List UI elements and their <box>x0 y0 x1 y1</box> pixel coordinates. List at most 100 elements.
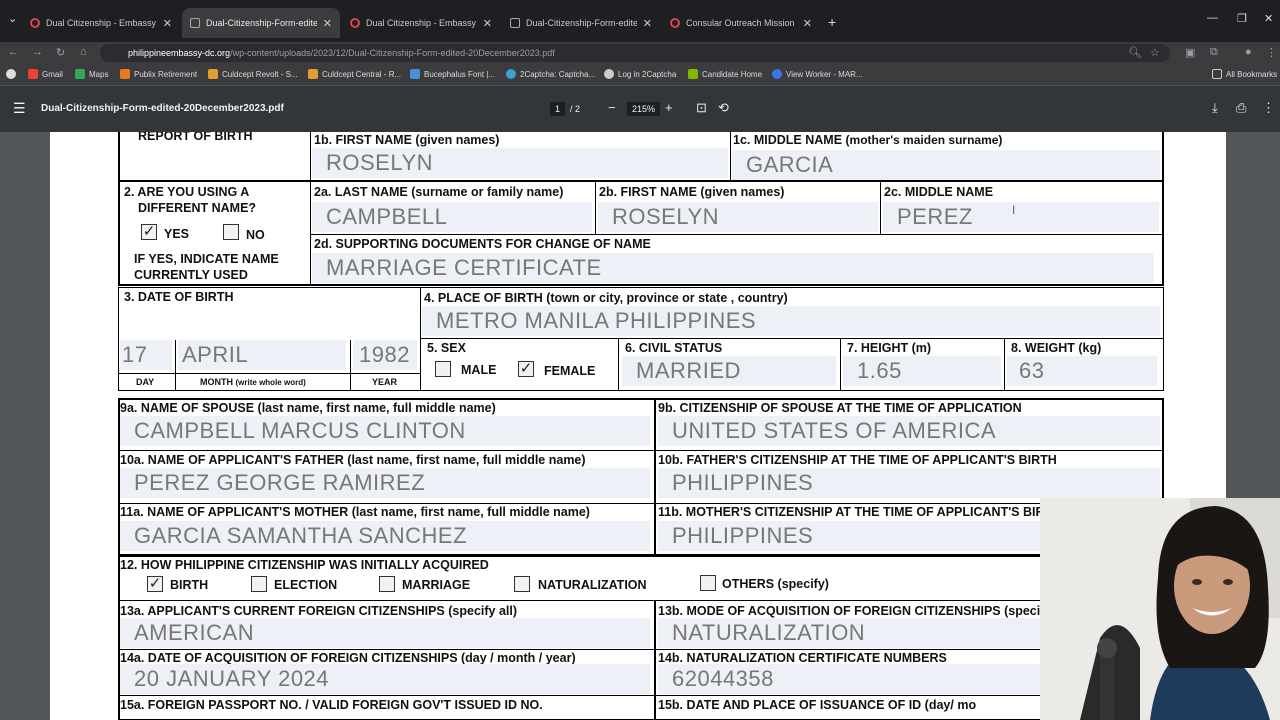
bookmark-candidate-home[interactable]: Candidate Home <box>688 69 762 79</box>
print-icon[interactable]: ⎙ <box>1236 100 1246 116</box>
bookmarks-bar: Gmail Maps Publix Retirement Culdcept Re… <box>0 64 1280 86</box>
weight-label: 8. WEIGHT (kg) <box>1011 341 1102 355</box>
different-name-question-line2: DIFFERENT NAME? <box>138 201 257 215</box>
maximize-icon[interactable]: ❐ <box>1237 12 1247 25</box>
spouse-name-field[interactable]: CAMPBELL MARCUS CLINTON <box>120 416 650 446</box>
father-citizenship-field[interactable]: PHILIPPINES <box>658 468 1160 498</box>
back-icon[interactable]: ← <box>8 46 19 58</box>
more-options-icon[interactable]: ⋮ <box>1262 100 1275 116</box>
forward-icon[interactable]: → <box>32 46 43 58</box>
tab-pdf-form-2[interactable]: Dual-Citizenship-Form-edited-2 ✕ <box>502 8 660 38</box>
last-name-2a-label: 2a. LAST NAME (surname or family name) <box>314 185 564 199</box>
pdf-toolbar: ☰ Dual-Citizenship-Form-edited-20Decembe… <box>0 86 1280 132</box>
zoom-in-icon[interactable]: + <box>665 100 673 115</box>
birth-year-field[interactable]: 1982 <box>353 340 417 370</box>
bookmark-gmail[interactable]: Gmail <box>28 69 63 79</box>
fit-page-icon[interactable]: ⊡ <box>696 100 707 116</box>
bookmark-2captcha[interactable]: 2Captcha: Captcha... <box>506 69 595 79</box>
marriage-label: MARRIAGE <box>402 578 471 592</box>
window-close-icon[interactable]: ✕ <box>1264 12 1273 25</box>
tab-embassy-2[interactable]: Dual Citizenship - Embassy of th ✕ <box>342 8 500 38</box>
zoom-out-icon[interactable]: − <box>608 100 616 115</box>
apps-icon[interactable] <box>6 69 16 79</box>
birth-day-field[interactable]: 17 <box>120 340 172 370</box>
close-icon[interactable]: ✕ <box>323 17 332 30</box>
foreign-citizenships-field[interactable]: AMERICAN <box>120 618 650 648</box>
bookmark-maps[interactable]: Maps <box>75 69 109 79</box>
middle-name-field[interactable]: GARCIA <box>732 150 1160 180</box>
height-field[interactable]: 1.65 <box>843 356 1001 386</box>
no-checkbox[interactable] <box>223 224 239 240</box>
bookmark-publix[interactable]: Publix Retirement <box>120 69 197 79</box>
bookmark-view-worker[interactable]: View Worker - MAR... <box>772 69 863 79</box>
zoom-search-icon[interactable]: 🔍︎ <box>1128 46 1142 59</box>
new-tab-plus-icon[interactable]: + <box>828 14 836 30</box>
year-caption: YEAR <box>372 377 398 387</box>
bookmark-culdcept-central[interactable]: Culdcept Central - R... <box>308 69 401 79</box>
naturalization-checkbox[interactable] <box>514 576 530 592</box>
tab-pdf-form-active[interactable]: Dual-Citizenship-Form-edited-2 ✕ <box>182 8 340 38</box>
minimize-icon[interactable]: — <box>1207 12 1218 24</box>
consular-favicon-icon <box>670 18 680 28</box>
father-name-field[interactable]: PEREZ GEORGE RAMIREZ <box>120 468 650 498</box>
female-checkbox[interactable]: ✓ <box>518 361 534 377</box>
tab-search-icon[interactable]: ⌄ <box>8 12 17 25</box>
yes-label: YES <box>164 227 190 241</box>
zoom-level-input[interactable]: 215% <box>627 102 661 116</box>
last-name-2a-field[interactable]: CAMPBELL <box>312 202 592 232</box>
embassy-favicon-icon <box>350 18 360 28</box>
election-checkbox[interactable] <box>251 576 267 592</box>
mother-citizenship-label: 11b. MOTHER'S CITIZENSHIP AT THE TIME OF… <box>658 505 1062 519</box>
others-checkbox[interactable] <box>700 575 716 591</box>
mother-name-field[interactable]: GARCIA SAMANTHA SANCHEZ <box>120 521 650 551</box>
bookmark-login-2captcha[interactable]: Log in 2Captcha <box>604 69 676 79</box>
tab-consular[interactable]: Consular Outreach Mission Sche ✕ <box>662 8 820 38</box>
embassy-favicon-icon <box>30 18 40 28</box>
kebab-menu-icon[interactable]: ⋮ <box>1266 46 1277 59</box>
election-label: ELECTION <box>274 578 338 592</box>
pdf-favicon-icon <box>510 18 520 28</box>
puzzle-icon[interactable]: ⧉ <box>1210 46 1218 59</box>
bookmark-bucephalus[interactable]: Bucephalus Font |... <box>410 69 495 79</box>
birth-month-field[interactable]: APRIL <box>178 340 346 370</box>
supporting-docs-label: 2d. SUPPORTING DOCUMENTS FOR CHANGE OF N… <box>314 237 651 251</box>
bookmark-culdcept-revolt[interactable]: Culdcept Revolt - S... <box>208 69 298 79</box>
month-caption: MONTH (write whole word) <box>200 377 306 387</box>
spouse-citizenship-field[interactable]: UNITED STATES OF AMERICA <box>658 416 1160 446</box>
foreign-passport-label: 15a. FOREIGN PASSPORT NO. / VALID FOREIG… <box>120 698 543 712</box>
download-icon[interactable]: ⤓ <box>1212 100 1218 116</box>
close-icon[interactable]: ✕ <box>483 17 492 30</box>
civil-status-field[interactable]: MARRIED <box>622 356 836 386</box>
extension-icon[interactable]: ▣ <box>1185 46 1195 59</box>
birth-checkbox[interactable]: ✓ <box>147 576 163 592</box>
page-number-input[interactable]: 1 <box>550 102 566 116</box>
issuance-date-place-label: 15b. DATE AND PLACE OF ISSUANCE OF ID (d… <box>658 698 977 712</box>
reload-icon[interactable]: ↻ <box>56 46 65 59</box>
weight-field[interactable]: 63 <box>1007 356 1157 386</box>
star-bookmark-icon[interactable]: ☆ <box>1150 46 1160 59</box>
mother-name-label: 11a. NAME OF APPLICANT'S MOTHER (last na… <box>120 505 590 519</box>
all-bookmarks[interactable]: All Bookmarks <box>1212 69 1277 79</box>
url-field[interactable]: philippineembassy-dc.org/wp-content/uplo… <box>100 44 1170 62</box>
yes-checkbox[interactable]: ✓ <box>141 224 157 240</box>
foreign-citizenships-label: 13a. APPLICANT'S CURRENT FOREIGN CITIZEN… <box>120 604 518 618</box>
first-name-field[interactable]: ROSELYN <box>312 148 728 178</box>
first-name-label: 1b. FIRST NAME (given names) <box>314 133 500 147</box>
marriage-checkbox[interactable] <box>379 576 395 592</box>
close-icon[interactable]: ✕ <box>803 17 812 30</box>
rotate-icon[interactable]: ⟲ <box>718 100 729 116</box>
close-icon[interactable]: ✕ <box>163 17 172 30</box>
profile-icon[interactable]: ● <box>1245 46 1252 58</box>
menu-icon[interactable]: ☰ <box>13 100 26 117</box>
place-of-birth-label: 4. PLACE OF BIRTH (town or city, provinc… <box>424 291 788 305</box>
date-of-birth-label: 3. DATE OF BIRTH <box>124 290 234 304</box>
date-acquisition-field[interactable]: 20 JANUARY 2024 <box>120 664 650 694</box>
close-icon[interactable]: ✕ <box>643 17 652 30</box>
middle-name-2c-field[interactable]: PEREZ <box>883 202 1159 232</box>
tab-embassy-1[interactable]: Dual Citizenship - Embassy of th ✕ <box>22 8 180 38</box>
male-checkbox[interactable] <box>435 361 451 377</box>
place-of-birth-field[interactable]: METRO MANILA PHILIPPINES <box>422 306 1160 336</box>
home-icon[interactable]: ⌂ <box>80 46 87 58</box>
supporting-docs-field[interactable]: MARRIAGE CERTIFICATE <box>312 253 1154 283</box>
first-name-2b-field[interactable]: ROSELYN <box>598 202 878 232</box>
